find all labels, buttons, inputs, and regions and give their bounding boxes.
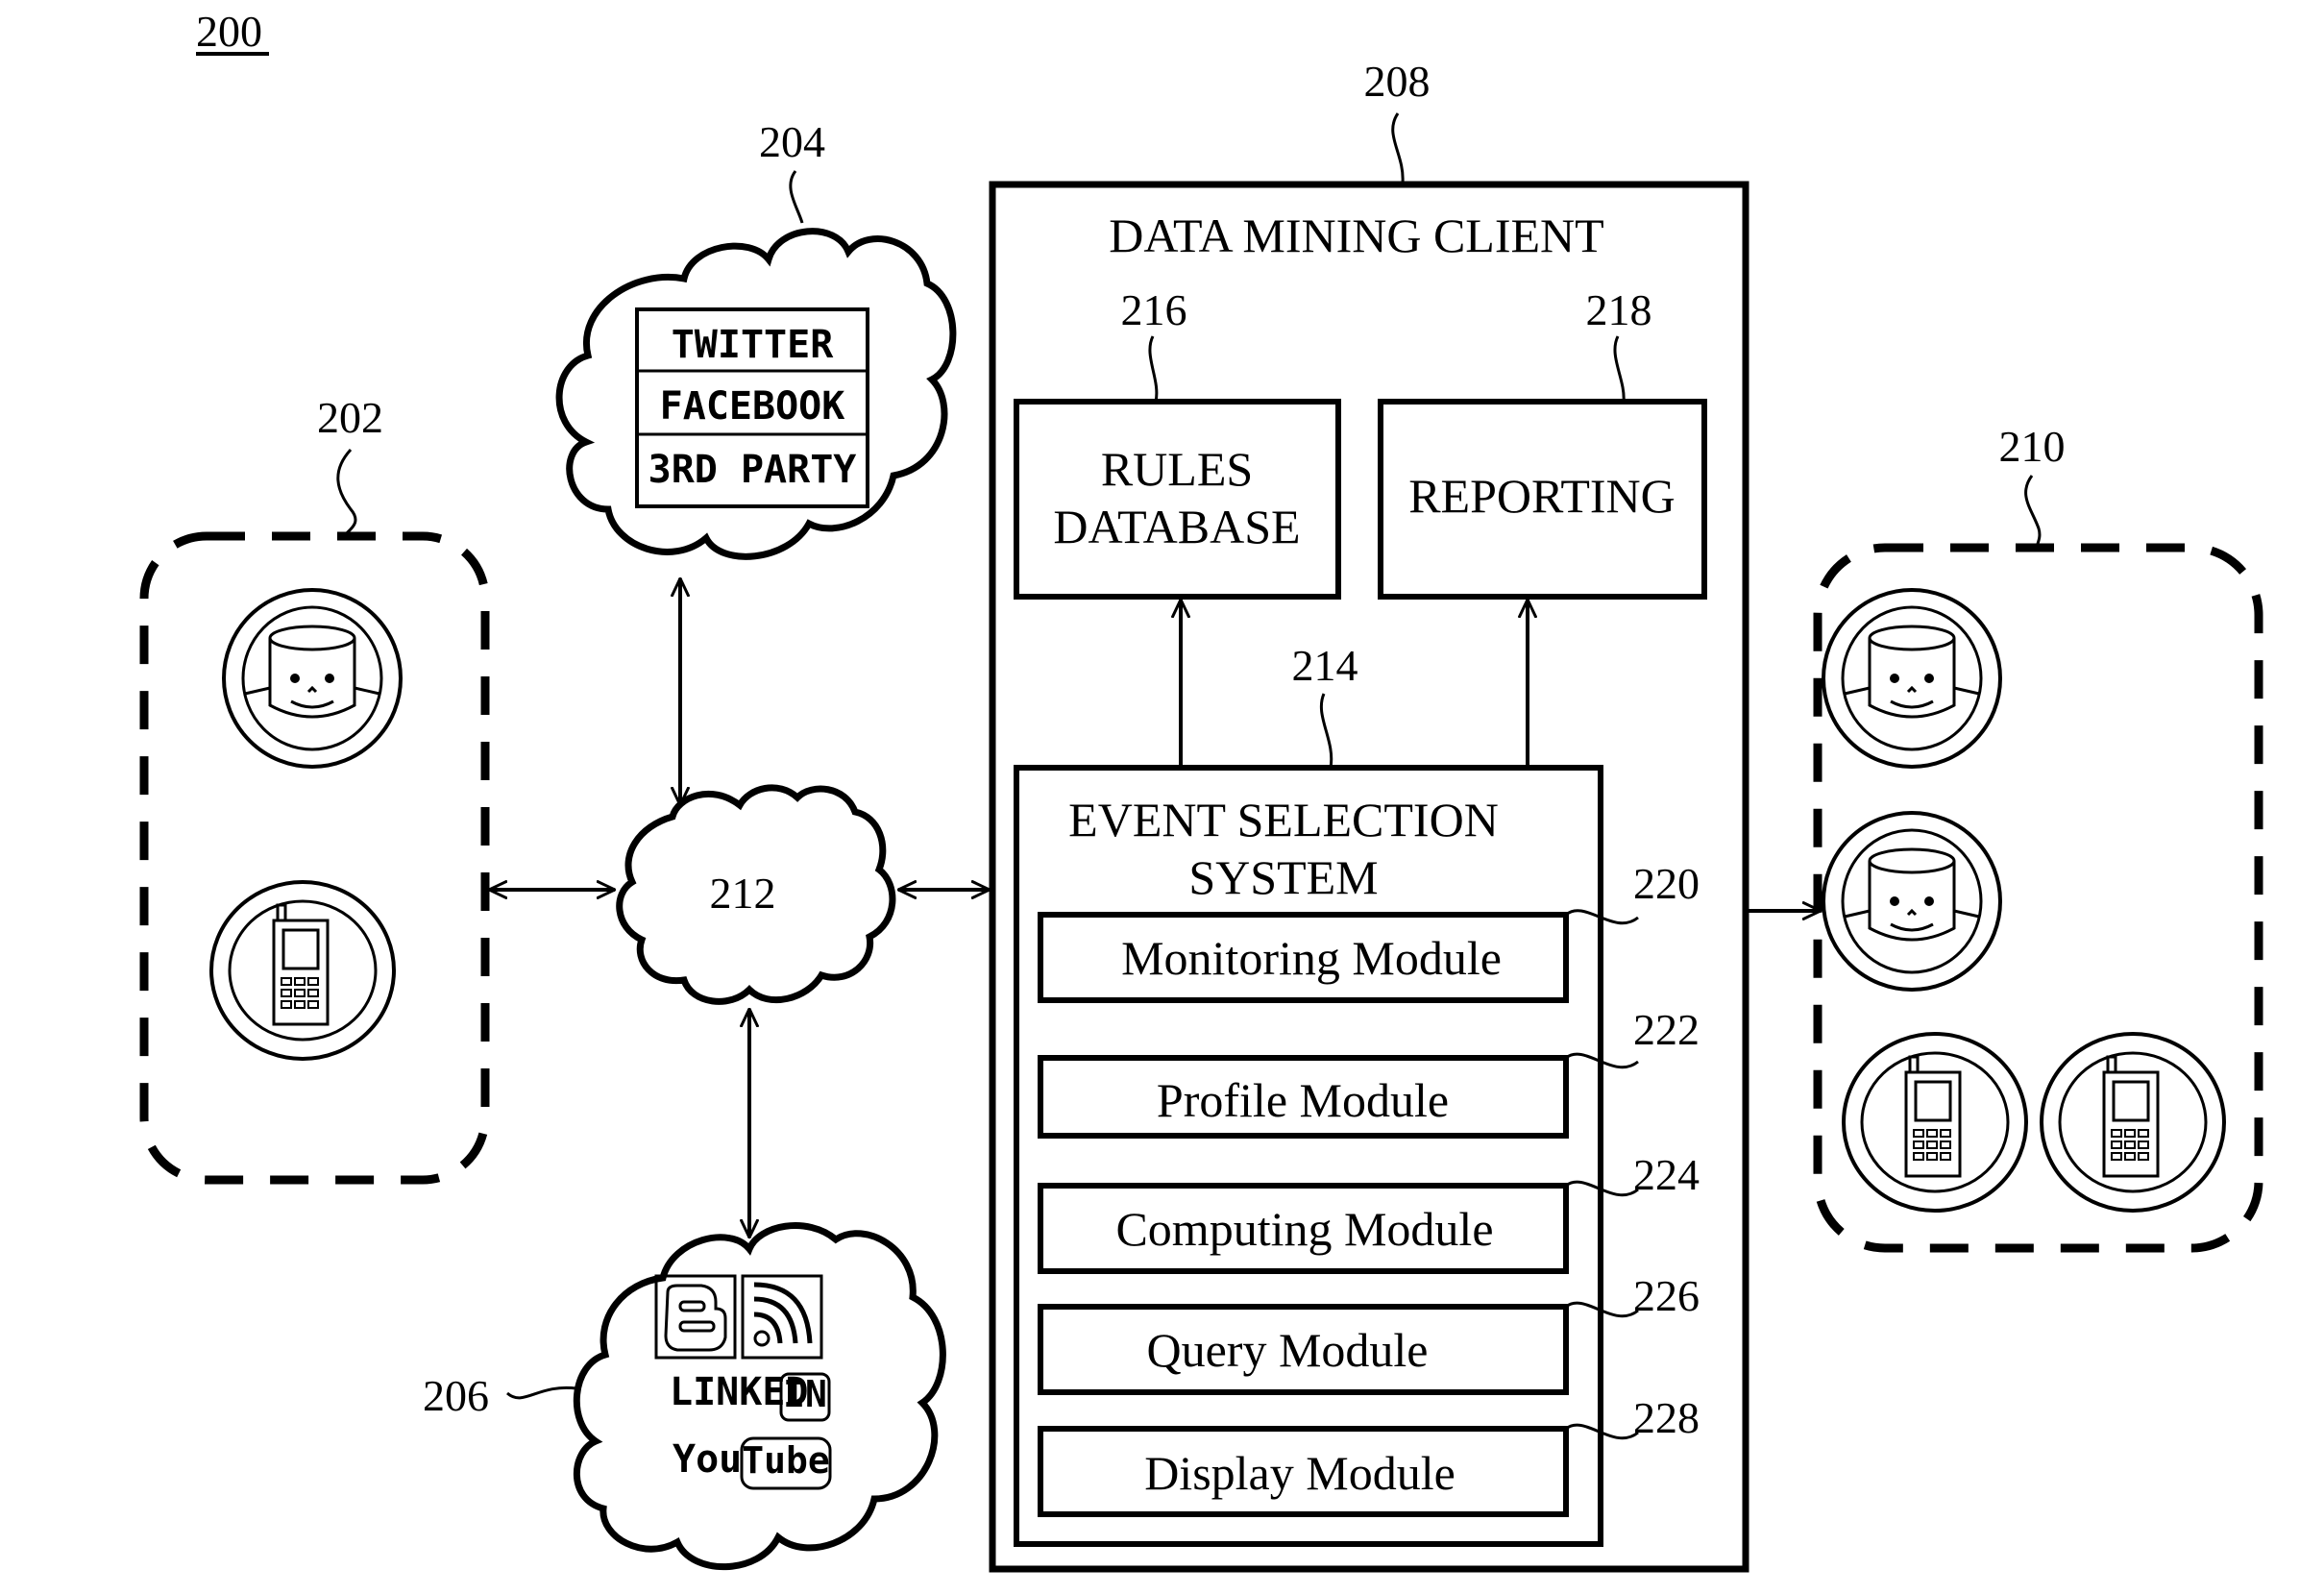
service-twitter: TWITTER bbox=[672, 323, 834, 367]
rules-database-label-line1: RULES bbox=[1101, 442, 1253, 496]
dashed-group-box-210 bbox=[1813, 543, 2263, 1253]
user-group-202: 202 bbox=[139, 393, 490, 1185]
youtube-badge-text: Tube bbox=[742, 1439, 830, 1482]
ref-label-204: 204 bbox=[759, 117, 825, 166]
data-mining-client-title: DATA MINING CLIENT bbox=[1109, 208, 1603, 262]
ref-label-228: 228 bbox=[1633, 1393, 1700, 1442]
leader-line-202 bbox=[336, 448, 357, 537]
user-avatar-icon bbox=[1822, 588, 2002, 769]
module-label: Profile Module bbox=[1157, 1073, 1449, 1127]
module-label: Display Module bbox=[1144, 1446, 1456, 1500]
rss-feed-icon bbox=[741, 1274, 823, 1360]
data-mining-client-208: 208 DATA MINING CLIENT 216 RULES DATABAS… bbox=[989, 57, 1749, 1573]
user-avatar-icon bbox=[222, 588, 403, 769]
system-diagram: 200 202 204 TWITTER FACEBOOK 3RD PARTY 2… bbox=[139, 7, 2263, 1573]
youtube-label: You bbox=[673, 1437, 742, 1482]
mobile-phone-icon bbox=[2040, 1032, 2226, 1213]
social-cloud-206: 206 LINKED IN You Tube bbox=[423, 1222, 946, 1571]
service-3rd-party: 3RD PARTY bbox=[648, 448, 857, 492]
ref-label-214: 214 bbox=[1292, 641, 1358, 690]
leader-line-204 bbox=[789, 170, 804, 224]
linkedin-badge-text: IN bbox=[783, 1373, 827, 1415]
event-selection-system-label-line2: SYSTEM bbox=[1188, 850, 1378, 904]
module-label: Query Module bbox=[1147, 1323, 1429, 1377]
leader-line-206 bbox=[506, 1386, 577, 1400]
ref-label-206: 206 bbox=[423, 1371, 489, 1420]
reporting-label: REPORTING bbox=[1408, 469, 1676, 523]
dashed-group-box-202 bbox=[139, 531, 490, 1185]
leader-line-210 bbox=[2024, 475, 2042, 549]
target-group-210: 210 bbox=[1813, 422, 2263, 1253]
figure-number: 200 bbox=[196, 7, 262, 56]
ref-label-224: 224 bbox=[1633, 1150, 1700, 1199]
leader-line-208 bbox=[1391, 112, 1405, 184]
ref-label-226: 226 bbox=[1633, 1271, 1700, 1320]
module-label: Monitoring Module bbox=[1121, 931, 1502, 985]
ref-label-202: 202 bbox=[317, 393, 383, 442]
module-label: Computing Module bbox=[1115, 1202, 1493, 1256]
service-facebook: FACEBOOK bbox=[660, 384, 845, 429]
mobile-phone-icon bbox=[209, 880, 396, 1061]
ref-label-210: 210 bbox=[1999, 422, 2066, 471]
social-cloud-204: 204 TWITTER FACEBOOK 3RD PARTY bbox=[555, 117, 957, 560]
ref-label-220: 220 bbox=[1633, 859, 1700, 908]
event-selection-system-label-line1: EVENT SELECTION bbox=[1068, 793, 1499, 846]
ref-label-212: 212 bbox=[710, 869, 776, 918]
mobile-phone-icon bbox=[1842, 1032, 2028, 1213]
ref-label-218: 218 bbox=[1586, 285, 1652, 334]
ref-label-208: 208 bbox=[1364, 57, 1431, 106]
network-cloud-212: 212 bbox=[616, 784, 896, 1005]
user-avatar-icon bbox=[1822, 811, 2002, 992]
blogger-icon bbox=[654, 1274, 737, 1360]
ref-label-216: 216 bbox=[1121, 285, 1187, 334]
rules-database-label-line2: DATABASE bbox=[1053, 500, 1300, 553]
ref-label-222: 222 bbox=[1633, 1005, 1700, 1054]
